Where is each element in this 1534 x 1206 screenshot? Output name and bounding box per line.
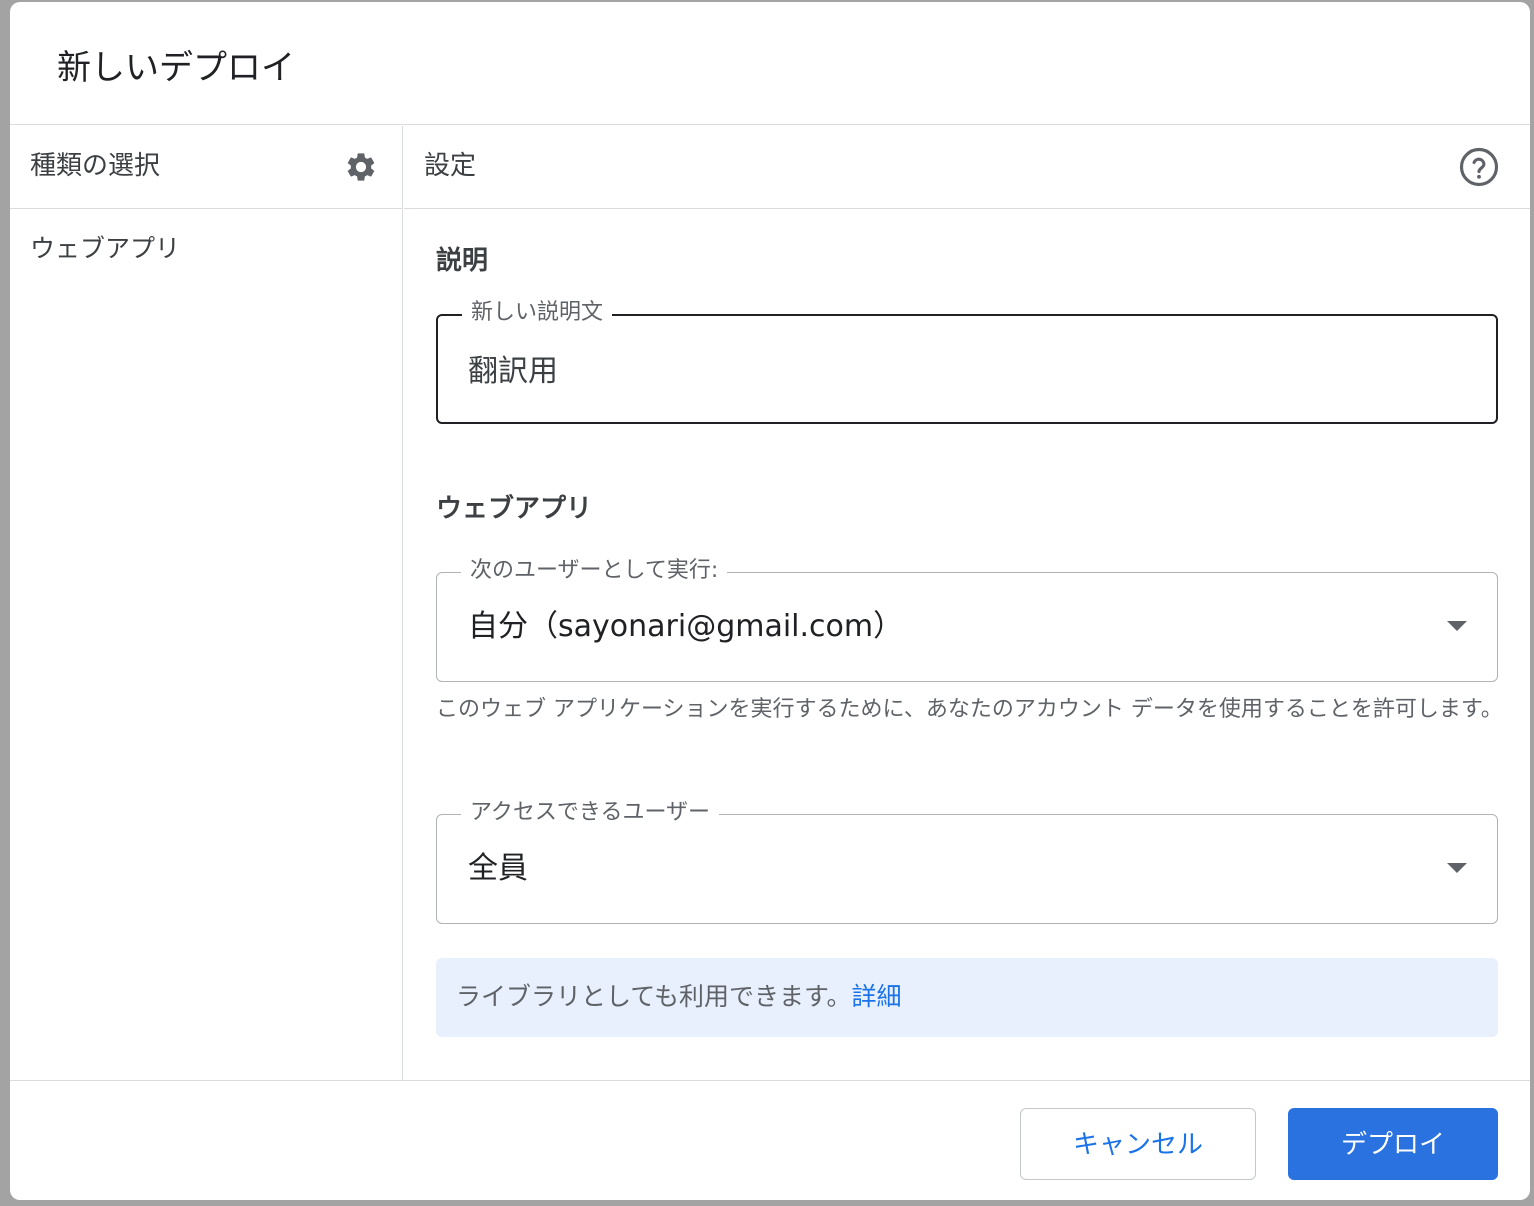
details-link[interactable]: 詳細	[852, 982, 902, 1011]
type-selection-panel: 種類の選択 ウェブアプリ	[10, 126, 403, 1081]
description-section-title: 説明	[436, 246, 489, 276]
dropdown-arrow-icon	[1447, 863, 1467, 873]
library-info-text: ライブラリとしても利用できます。詳細	[456, 978, 902, 1016]
new-deployment-dialog: 新しいデプロイ 種類の選択 ウェブアプリ 設定 説明 新しい説明文 ウェブアプリ	[10, 2, 1530, 1200]
execute-as-select[interactable]: 次のユーザーとして実行: 自分（sayonari@gmail.com）	[436, 557, 1498, 682]
type-selection-header: 種類の選択	[10, 126, 402, 209]
execute-as-label: 次のユーザーとして実行:	[461, 557, 728, 585]
description-field-label: 新しい説明文	[462, 299, 613, 327]
description-field[interactable]: 新しい説明文	[436, 299, 1498, 424]
execute-as-value: 自分（sayonari@gmail.com）	[468, 609, 904, 644]
library-info-box: ライブラリとしても利用できます。詳細	[436, 958, 1498, 1037]
access-value: 全員	[468, 851, 528, 886]
settings-header: 設定	[404, 126, 1530, 209]
access-select[interactable]: アクセスできるユーザー 全員	[436, 799, 1498, 924]
type-selection-label: 種類の選択	[30, 151, 161, 181]
cancel-button[interactable]: キャンセル	[1020, 1108, 1256, 1180]
settings-label: 設定	[424, 151, 477, 181]
deploy-button[interactable]: デプロイ	[1288, 1108, 1498, 1180]
type-item-webapp[interactable]: ウェブアプリ	[30, 232, 180, 266]
library-info-message: ライブラリとしても利用できます。	[456, 982, 852, 1011]
help-circle-icon[interactable]	[1458, 146, 1500, 188]
gear-icon[interactable]	[344, 150, 378, 184]
dropdown-arrow-icon	[1447, 621, 1467, 631]
dialog-header: 新しいデプロイ	[10, 2, 1530, 125]
description-input[interactable]	[468, 346, 1448, 390]
dialog-title: 新しいデプロイ	[57, 48, 295, 88]
webapp-section-title: ウェブアプリ	[436, 494, 593, 524]
settings-panel: 設定 説明 新しい説明文 ウェブアプリ 次のユーザーとして実行: 自分（sayo…	[404, 126, 1530, 1081]
dialog-footer: キャンセル デプロイ	[10, 1080, 1530, 1200]
access-label: アクセスできるユーザー	[461, 799, 720, 827]
execute-as-helper-text: このウェブ アプリケーションを実行するために、あなたのアカウント データを使用す…	[436, 697, 1503, 722]
